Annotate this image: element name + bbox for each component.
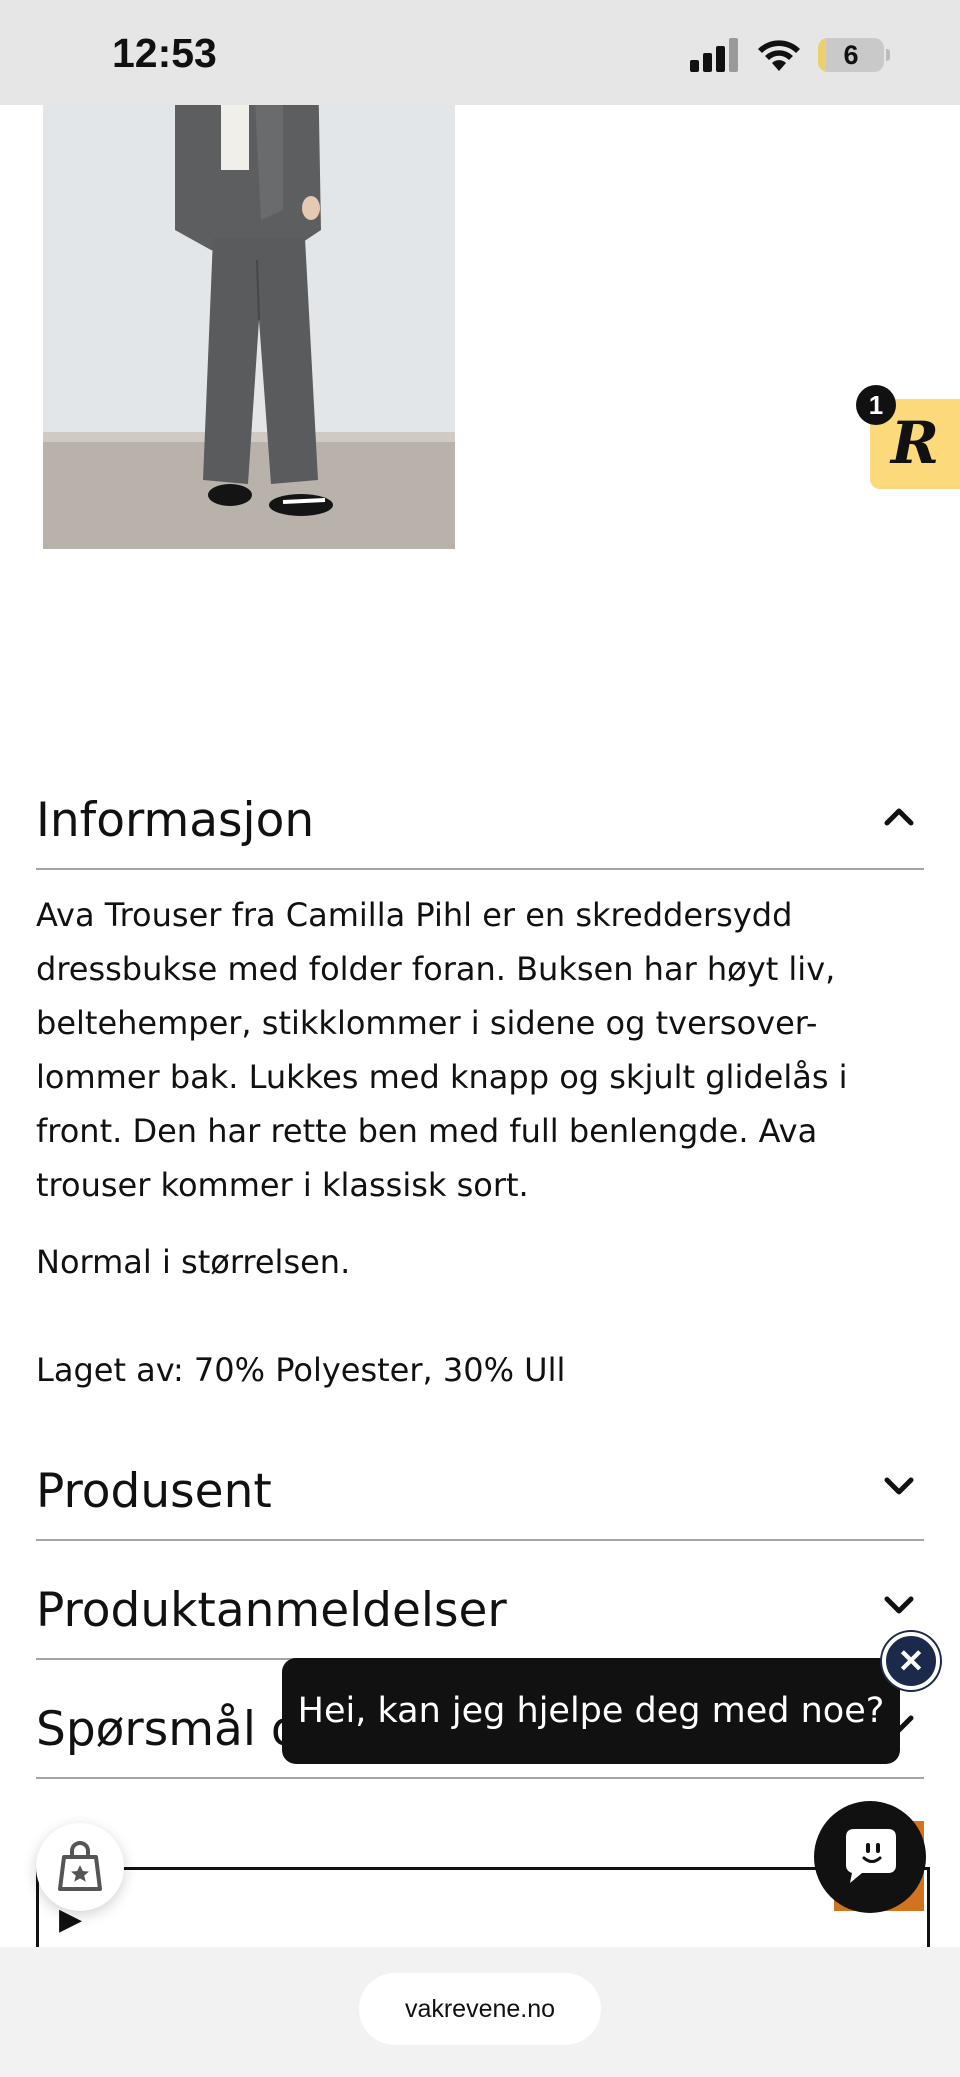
section-title: Informasjon — [36, 793, 315, 848]
section-title: Produsent — [36, 1464, 272, 1519]
status-time: 12:53 — [112, 30, 217, 76]
url-bar[interactable]: vakrevene.no — [359, 1973, 601, 2045]
chevron-down-icon — [884, 1477, 914, 1495]
accordion-info-header[interactable]: Informasjon — [36, 758, 924, 870]
size-note: Normal i størrelsen. — [36, 1243, 351, 1281]
battery-level: 6 — [843, 40, 859, 70]
chat-greeting-bubble[interactable]: Hei, kan jeg hjelpe deg med noe? — [282, 1658, 900, 1764]
shopping-bag-star-icon — [58, 1841, 102, 1891]
browser-bottom-bar: vakrevene.no — [0, 1947, 960, 2077]
description-text: Ava Trouser fra Camilla Pihl er en skred… — [36, 896, 848, 1204]
reviews-badge: 1 — [856, 385, 896, 425]
chevron-up-icon — [884, 808, 914, 826]
chat-launcher-button[interactable] — [814, 1801, 926, 1913]
accordion-reviews-header[interactable]: Produktanmeldelser — [36, 1548, 924, 1660]
product-photo — [43, 60, 455, 549]
status-bar: 12:53 6 — [0, 0, 960, 105]
product-description: Ava Trouser fra Camilla Pihl er en skred… — [36, 888, 926, 1212]
section-title: Produktanmeldelser — [36, 1583, 507, 1638]
material-note: Laget av: 70% Polyester, 30% Ull — [36, 1351, 566, 1389]
wifi-icon — [758, 40, 800, 71]
close-icon[interactable]: ✕ — [882, 1632, 940, 1690]
cellular-signal-icon — [690, 38, 738, 72]
chevron-down-icon — [884, 1596, 914, 1614]
battery-tip — [886, 49, 890, 61]
product-image[interactable] — [43, 60, 455, 549]
battery-icon: 6 — [818, 38, 884, 72]
accordion-producer-header[interactable]: Produsent — [36, 1429, 924, 1541]
chat-smile-icon — [846, 1829, 896, 1883]
wishlist-button[interactable] — [36, 1823, 124, 1911]
